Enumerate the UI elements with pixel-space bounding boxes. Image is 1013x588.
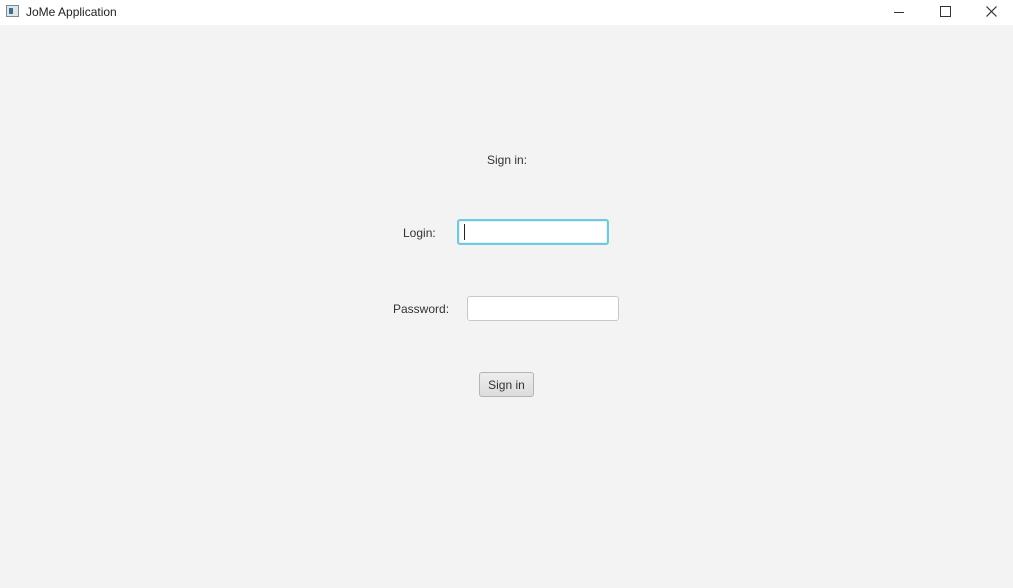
close-button[interactable] [968,0,1013,25]
app-window: JoMe Application Sign in: Login: Passwor… [0,0,1013,588]
password-label: Password: [393,302,450,316]
close-icon [986,6,997,17]
app-window-icon [6,5,19,17]
minimize-button[interactable] [876,0,922,25]
sign-in-button[interactable]: Sign in [479,372,534,397]
window-title: JoMe Application [26,5,117,19]
sign-in-panel: Sign in: Login: Password: Sign in [0,25,1013,588]
title-bar[interactable]: JoMe Application [0,0,1013,25]
password-input[interactable] [467,296,619,321]
login-input[interactable] [457,219,609,245]
login-label: Login: [403,226,436,240]
text-caret [464,224,465,240]
sign-in-heading: Sign in: [487,153,528,167]
maximize-button[interactable] [922,0,968,25]
